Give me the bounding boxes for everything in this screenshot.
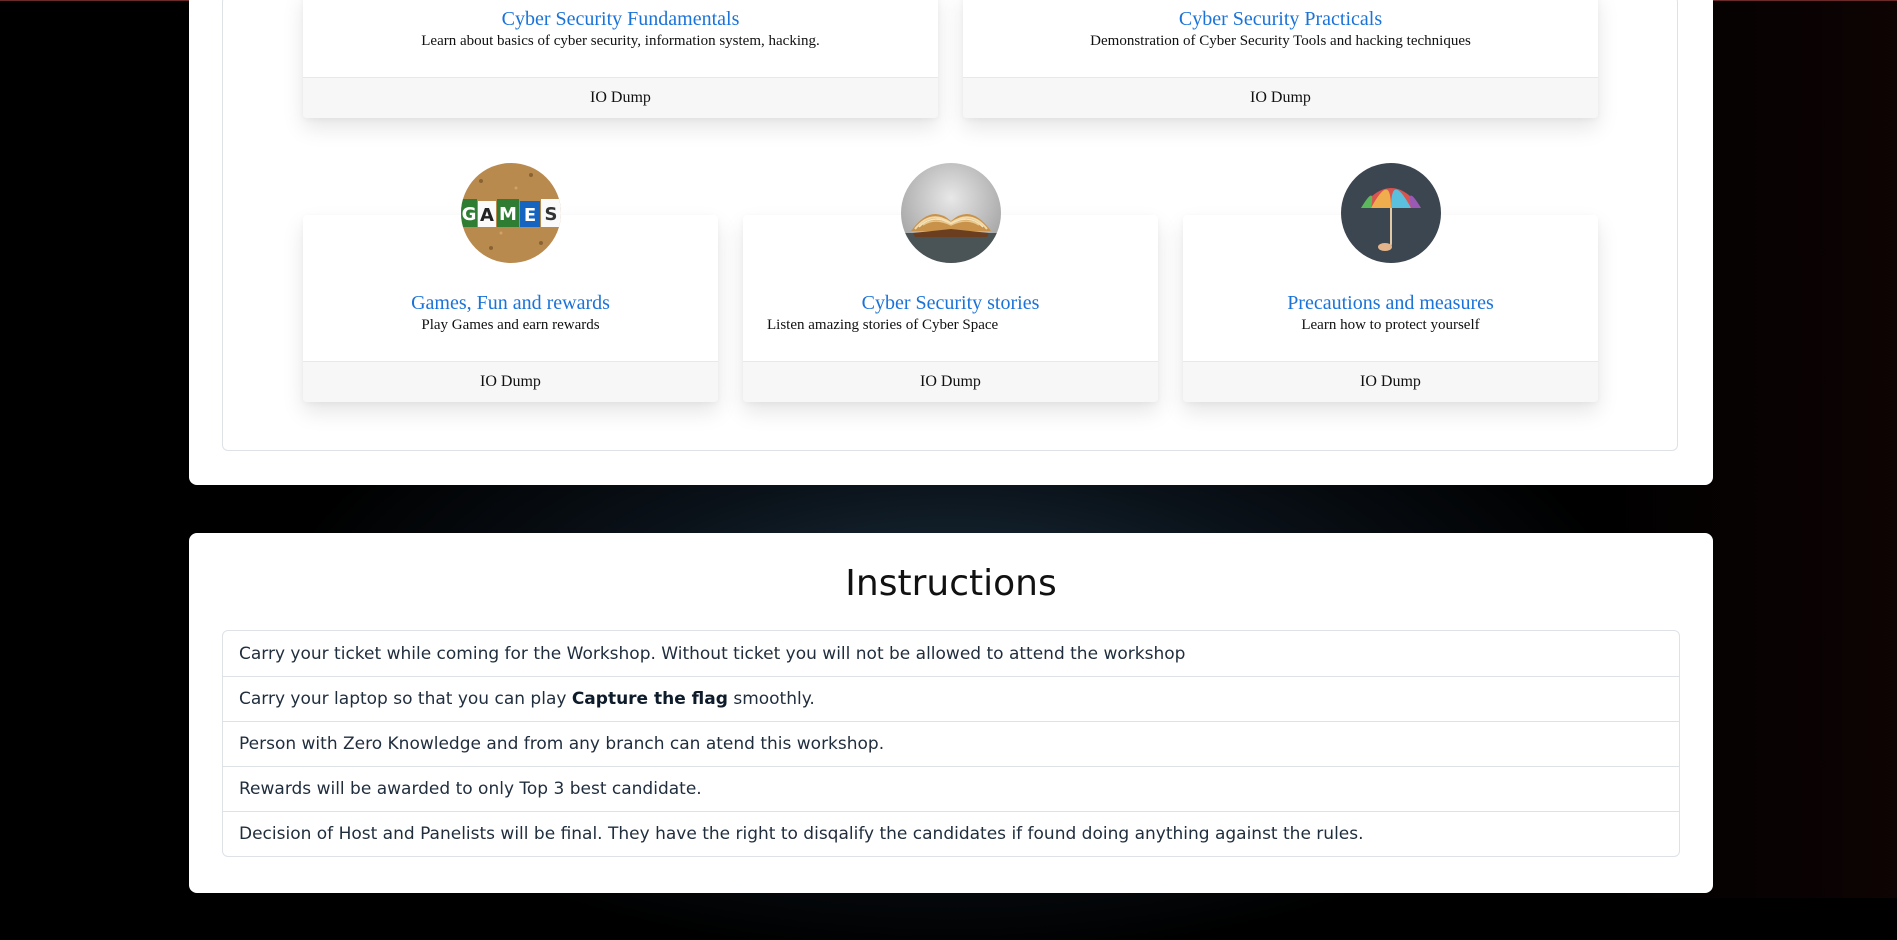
course-footer: IO Dump	[963, 77, 1598, 118]
games-letters-image: G A M E S	[461, 163, 561, 263]
course-description: Learn about basics of cyber security, in…	[421, 33, 820, 49]
list-item: Carry your laptop so that you can play C…	[223, 676, 1679, 721]
instruction-text: smoothly.	[727, 689, 815, 709]
instruction-text: Rewards will be awarded to only Top 3 be…	[239, 779, 702, 799]
instruction-text: Decision of Host and Panelists will be f…	[239, 824, 1364, 844]
course-card-stories[interactable]: Cyber Security stories Listen amazing st…	[743, 163, 1158, 402]
open-book-image	[901, 163, 1001, 263]
course-footer: IO Dump	[743, 361, 1158, 402]
course-footer: IO Dump	[303, 77, 938, 118]
course-description: Demonstration of Cyber Security Tools an…	[1090, 33, 1471, 49]
course-footer: IO Dump	[1183, 361, 1598, 402]
instruction-text: Carry your ticket while coming for the W…	[239, 643, 1186, 664]
course-title[interactable]: Precautions and measures	[1183, 292, 1598, 315]
svg-text:G: G	[462, 204, 477, 225]
svg-text:A: A	[480, 205, 494, 226]
list-item: Person with Zero Knowledge and from any …	[223, 721, 1679, 766]
svg-text:S: S	[545, 204, 558, 225]
umbrella-image	[1341, 163, 1441, 263]
courses-panel: Cyber Security Fundamentals Learn about …	[189, 0, 1713, 485]
course-title[interactable]: Cyber Security Practicals	[963, 8, 1598, 31]
course-footer: IO Dump	[303, 361, 718, 402]
instruction-text: Carry your laptop so that you can play	[239, 689, 572, 709]
svg-text:E: E	[524, 205, 536, 226]
instructions-list: Carry your ticket while coming for the W…	[222, 630, 1680, 857]
svg-text:M: M	[499, 204, 517, 225]
instruction-text: Person with Zero Knowledge and from any …	[239, 734, 885, 754]
instructions-panel: Instructions Carry your ticket while com…	[189, 533, 1713, 893]
course-title[interactable]: Games, Fun and rewards	[303, 292, 718, 315]
course-card-games[interactable]: G A M E S Games, Fun and rewards Play Ga…	[303, 163, 718, 402]
course-title[interactable]: Cyber Security stories	[743, 292, 1158, 315]
instructions-title: Instructions	[845, 563, 1057, 604]
list-item: Carry your ticket while coming for the W…	[223, 631, 1679, 676]
course-title[interactable]: Cyber Security Fundamentals	[303, 8, 938, 31]
course-description: Learn how to protect yourself	[1301, 317, 1480, 333]
list-item: Rewards will be awarded to only Top 3 be…	[223, 766, 1679, 811]
list-item: Decision of Host and Panelists will be f…	[223, 811, 1679, 856]
instruction-bold-text: Capture the flag	[571, 689, 728, 709]
course-description: Listen amazing stories of Cyber Space	[767, 317, 999, 333]
course-card-practicals[interactable]: Cyber Security Practicals Demonstration …	[963, 0, 1598, 118]
course-description: Play Games and earn rewards	[421, 317, 600, 333]
course-card-fundamentals[interactable]: Cyber Security Fundamentals Learn about …	[303, 0, 938, 118]
course-card-precautions[interactable]: Precautions and measures Learn how to pr…	[1183, 163, 1598, 402]
